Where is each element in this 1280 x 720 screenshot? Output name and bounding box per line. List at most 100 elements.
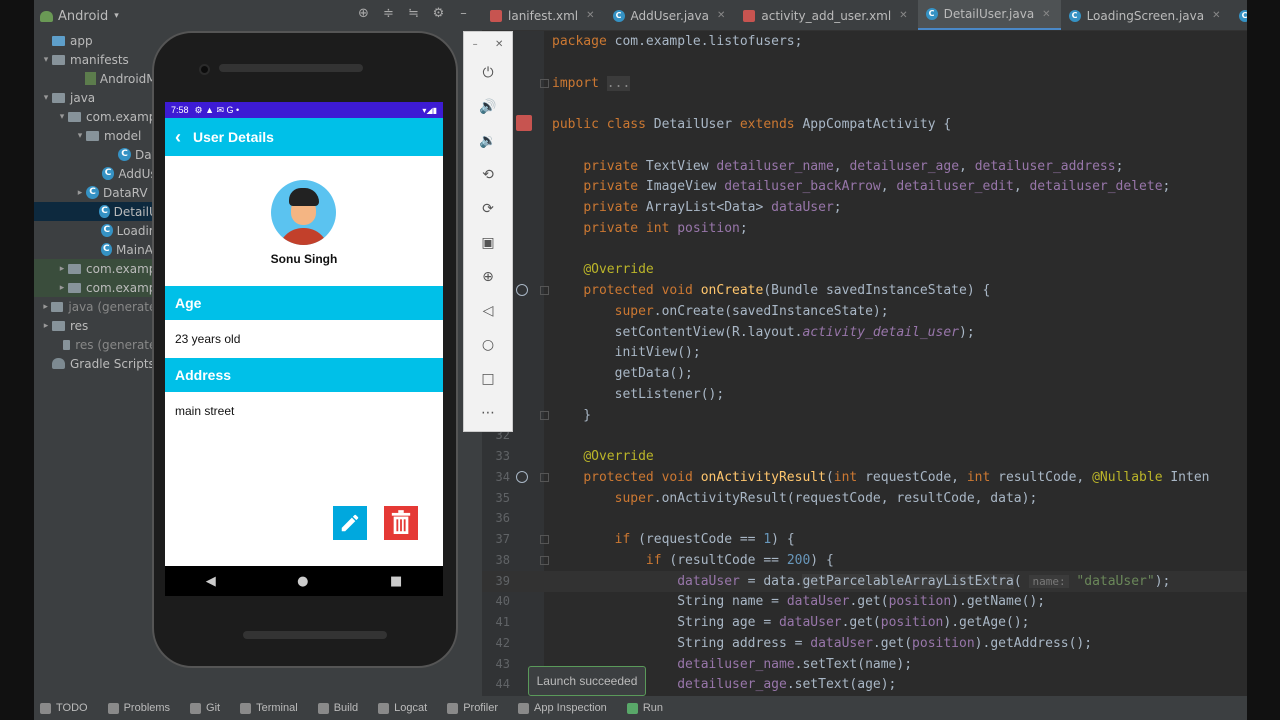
tool-window-button[interactable]: Build — [317, 702, 358, 714]
delete-button[interactable] — [384, 506, 418, 540]
chevron-icon[interactable]: ▾ — [56, 112, 68, 122]
line-number: 40 — [495, 594, 510, 609]
tool-window-button[interactable]: Logcat — [378, 702, 427, 714]
close-icon[interactable]: ✕ — [1042, 9, 1050, 20]
tree-item[interactable]: ▸ C DataRV — [34, 183, 164, 202]
status-time: 7:58 — [171, 105, 189, 115]
chevron-icon[interactable]: ▸ — [40, 302, 51, 312]
tree-item[interactable]: C Data — [34, 145, 164, 164]
fold-marker-icon[interactable] — [540, 472, 549, 482]
code-editor[interactable]: package com.example.listofusers; import .… — [482, 31, 1247, 696]
power-icon[interactable]: ⏻ — [464, 56, 512, 90]
tree-item[interactable]: res (generated — [34, 335, 164, 354]
fold-marker-icon[interactable] — [540, 286, 549, 295]
emulator-screen[interactable]: 7:58 ⚙ ▲ ✉ G • ▾◢▮ ‹ User Details Sonu S… — [165, 102, 443, 596]
tree-item[interactable]: ▾ java — [34, 88, 164, 107]
tree-item[interactable]: AndroidMa — [34, 69, 164, 88]
tree-item[interactable]: C DetailUs — [34, 202, 164, 221]
tree-item[interactable]: ▾ model — [34, 126, 164, 145]
tree-item[interactable]: ▸ com.examp — [34, 278, 164, 297]
chevron-icon[interactable]: ▸ — [74, 188, 86, 198]
code-line: initView(); — [482, 342, 1247, 363]
tool-window-button[interactable]: Run — [626, 702, 663, 714]
tool-window-label: TODO — [56, 702, 88, 714]
tool-window-button[interactable]: Git — [190, 702, 220, 714]
tree-item[interactable]: C AddUse — [34, 164, 164, 183]
code-line: 41 String age = dataUser.get(position).g… — [482, 612, 1247, 633]
home-circle-icon[interactable]: ○ — [464, 328, 512, 362]
nav-recents-icon[interactable]: ■ — [390, 574, 402, 589]
close-icon[interactable]: ✕ — [495, 39, 503, 50]
screenshot-camera-icon[interactable]: ▣ — [464, 226, 512, 260]
code-line: getData(); — [482, 363, 1247, 384]
tool-icon — [447, 702, 459, 714]
override-gutter-icon[interactable] — [516, 470, 528, 483]
tool-window-button[interactable]: TODO — [40, 702, 88, 714]
tree-item[interactable]: Gradle Scripts — [34, 354, 164, 373]
tool-window-label: Git — [206, 702, 221, 714]
fold-marker-icon[interactable] — [540, 410, 549, 420]
nav-back-icon[interactable]: ◀ — [206, 574, 216, 589]
back-triangle-icon[interactable]: ◁ — [464, 294, 512, 328]
expand-all-icon[interactable]: ≑ — [381, 6, 396, 21]
tree-item[interactable]: ▾ com.examp — [34, 107, 164, 126]
target-icon[interactable]: ⊕ — [356, 6, 371, 21]
more-icon[interactable]: ⋯ — [464, 396, 512, 430]
volume-up-icon[interactable]: 🔊 — [464, 90, 512, 124]
zoom-icon[interactable]: ⊕ — [464, 260, 512, 294]
class-icon: C — [118, 148, 131, 161]
fold-marker-icon[interactable] — [540, 555, 549, 565]
editor-tab[interactable]: C LoadingScreen.java ✕ — [1061, 0, 1231, 30]
chevron-icon[interactable]: ▾ — [40, 93, 52, 103]
collapse-all-icon[interactable]: ≒ — [406, 6, 421, 21]
editor-tab[interactable]: C AddUser.java ✕ — [605, 0, 736, 30]
close-icon[interactable]: ✕ — [717, 10, 725, 21]
tool-window-button[interactable]: Problems — [107, 702, 170, 714]
code-line: @Override — [482, 259, 1247, 280]
tree-item[interactable]: ▸ com.examp — [34, 259, 164, 278]
editor-tab[interactable]: C DetailUser.java ✕ — [917, 0, 1061, 30]
close-icon[interactable]: ✕ — [586, 10, 594, 21]
chevron-down-icon: ▾ — [114, 11, 119, 21]
chevron-icon[interactable]: ▾ — [74, 131, 86, 141]
overview-square-icon[interactable]: □ — [464, 362, 512, 396]
line-number: 34 — [495, 469, 510, 484]
tree-item-label: manifests — [70, 52, 129, 67]
code-text: private int position; — [583, 220, 748, 236]
editor-tab[interactable]: CMainActivity.java✕ — [1231, 0, 1247, 30]
back-arrow-icon[interactable]: ‹ — [175, 127, 181, 148]
edit-button[interactable] — [333, 506, 367, 540]
editor-tab[interactable]: activity_add_user.xml ✕ — [735, 0, 917, 30]
fold-marker-icon[interactable] — [540, 78, 549, 88]
project-toolbar: ⊕ ≑ ≒ ⚙ – — [356, 6, 471, 21]
tree-item[interactable]: ▾ manifests — [34, 50, 164, 69]
override-gutter-icon[interactable] — [516, 284, 528, 296]
tree-item[interactable]: app — [34, 31, 164, 50]
rotate-left-icon[interactable]: ⟲ — [464, 158, 512, 192]
rotate-right-icon[interactable]: ⟳ — [464, 192, 512, 226]
tree-item[interactable]: ▸ res — [34, 316, 164, 335]
tree-item[interactable]: C Loading — [34, 221, 164, 240]
close-icon[interactable]: ✕ — [1212, 10, 1220, 21]
tree-item[interactable]: C MainAct — [34, 240, 164, 259]
tool-window-label: Profiler — [463, 702, 499, 714]
chevron-icon[interactable]: ▸ — [56, 283, 68, 293]
minimize-icon[interactable]: – — [456, 6, 471, 21]
run-icon — [626, 702, 638, 714]
volume-down-icon[interactable]: 🔉 — [464, 124, 512, 158]
tool-window-button[interactable]: Terminal — [240, 702, 298, 714]
minimize-icon[interactable]: – — [473, 39, 478, 50]
code-line: 32 — [482, 425, 1247, 446]
gear-icon[interactable]: ⚙ — [431, 6, 446, 21]
close-icon[interactable]: ✕ — [899, 10, 907, 21]
chevron-icon[interactable]: ▸ — [40, 321, 52, 331]
tool-window-button[interactable]: App Inspection — [518, 702, 607, 714]
nav-home-icon[interactable]: ● — [297, 574, 308, 589]
chevron-icon[interactable]: ▸ — [56, 264, 68, 274]
tree-item[interactable]: ▸ java (generated — [34, 297, 164, 316]
editor-tab[interactable]: lanifest.xml ✕ — [482, 0, 605, 30]
chevron-icon[interactable]: ▾ — [40, 55, 52, 65]
tool-window-button[interactable]: Profiler — [447, 702, 498, 714]
fold-marker-icon[interactable] — [540, 535, 549, 544]
